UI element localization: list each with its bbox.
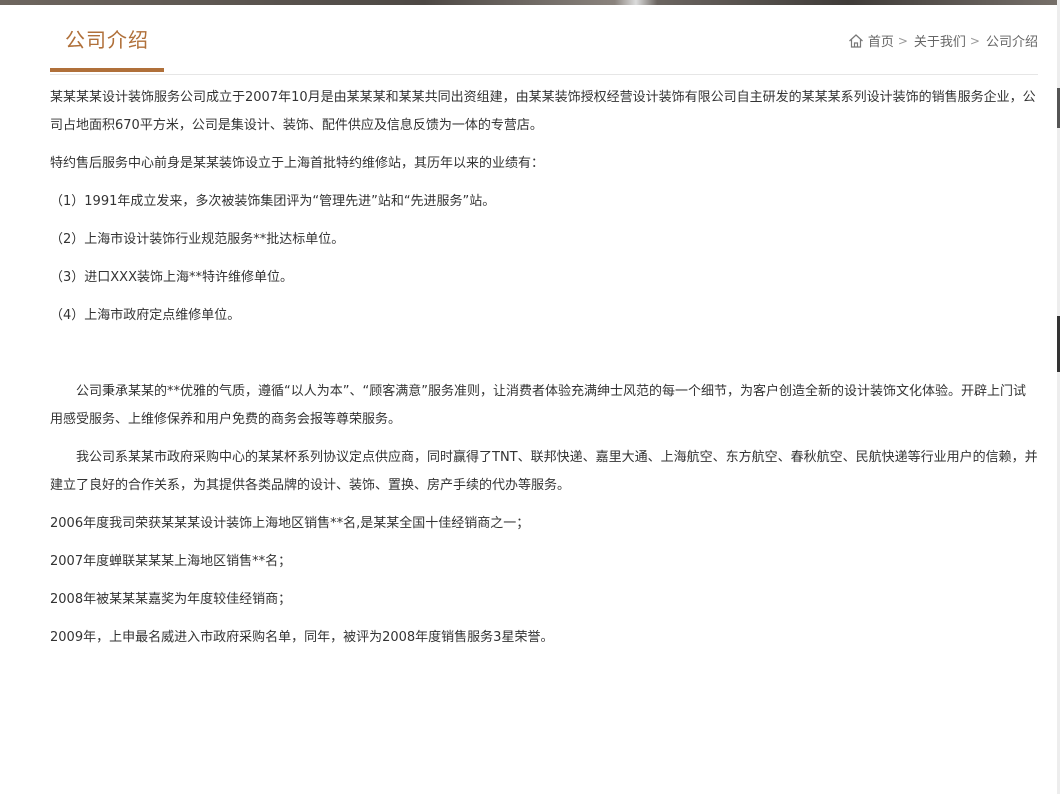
award-item: 2009年，上申最名威进入市政府采购名单，同年，被评为2008年度销售服务3星荣… (50, 630, 554, 645)
award-item: 2007年度蝉联某某某上海地区销售**名； (50, 554, 292, 569)
home-icon[interactable] (848, 33, 864, 49)
breadcrumb-about-link[interactable]: 关于我们 (914, 31, 966, 50)
award-item: 2006年度我司荣获某某某设计装饰上海地区销售**名,是某某全国十佳经销商之一； (50, 516, 530, 531)
chevron-right-icon: > (969, 33, 980, 48)
history-intro: 特约售后服务中心前身是某某装饰设立于上海首批特约维修站，其历年以来的业绩有： (50, 156, 545, 171)
breadcrumb: 首页 > 关于我们 > 公司介绍 (848, 31, 1038, 50)
achievement-item: （2）上海市设计装饰行业规范服务**批达标单位。 (50, 232, 345, 247)
philosophy-paragraph: 公司秉承某某的**优雅的气质，遵循“以人为本”、“顾客满意”服务准则，让消费者体… (50, 384, 1026, 427)
top-banner-strip (0, 0, 1060, 5)
achievement-item: （3）进口XXX装饰上海**特许维修单位。 (50, 270, 293, 285)
partners-paragraph: 我公司系某某市政府采购中心的某某杯系列协议定点供应商，同时赢得了TNT、联邦快递… (50, 450, 1038, 493)
article-body: 某某某某设计装饰服务公司成立于2007年10月是由某某某和某某共同出资组建，由某… (50, 84, 1038, 662)
breadcrumb-home-link[interactable]: 首页 (868, 31, 894, 50)
award-item: 2008年被某某某嘉奖为年度较佳经销商； (50, 592, 292, 607)
achievement-item: （1）1991年成立发来，多次被装饰集团评为“管理先进”站和“先进服务”站。 (50, 194, 496, 209)
page-title: 公司介绍 (65, 28, 149, 52)
chevron-right-icon: > (897, 33, 908, 48)
achievement-item: （4）上海市政府定点维修单位。 (50, 308, 241, 323)
section-header: 公司介绍 首页 > 关于我们 > 公司介绍 (50, 18, 1038, 75)
intro-paragraph: 某某某某设计装饰服务公司成立于2007年10月是由某某某和某某共同出资组建，由某… (50, 90, 1036, 133)
breadcrumb-current: 公司介绍 (985, 35, 1038, 50)
title-underline (50, 68, 164, 72)
